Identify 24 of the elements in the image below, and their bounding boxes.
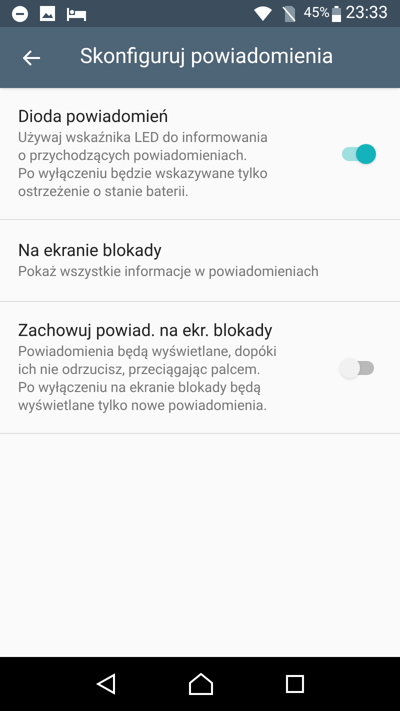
setting-title: Na ekranie blokady	[18, 240, 163, 262]
setting-row[interactable]: Zachowuj powiad. na ekr. blokady Powiadomienia będą wyświetlane, dopóki ich nie odrzucisz, przeciągając palcem. Po wyłączeniu na ekranie blokady będą wyświetlane tylko nowe powiadomienia.	[0, 302, 400, 434]
setting-summary: Używaj wskaźnika LED do informowania o przychodzących powiadomieniach. Po wyłączeniu będzie wskazywane tylko ostrzeżenie o stanie baterii.	[18, 129, 269, 201]
setting-title: Zachowuj powiad. na ekr. blokady	[18, 320, 274, 342]
setting-row[interactable]: Dioda powiadomień Używaj wskaźnika LED do informowania o przychodzących powiadomieniach. Po wyłączeniu będzie wskazywane tylko ostrzeżenie o stanie baterii.	[0, 88, 400, 220]
setting-summary: Powiadomienia będą wyświetlane, dopóki ich nie odrzucisz, przeciągając palcem. Po wyłączeniu na ekranie blokady będą wyświetlane tylko nowe powiadomienia.	[18, 343, 278, 415]
recents-icon[interactable]	[286, 675, 304, 693]
setting-summary: Pokaż wszystkie informacje w powiadomieniach	[18, 263, 320, 281]
battery-icon	[332, 6, 341, 22]
battery-percent: 45%	[304, 4, 330, 23]
toolbar-title: Skonfiguruj powiadomienia	[80, 44, 334, 71]
back-arrow-icon	[23, 50, 41, 66]
setting-title: Dioda powiadomień	[18, 106, 170, 128]
wifi-icon	[254, 6, 272, 21]
do-not-disturb-icon	[12, 6, 28, 22]
no-sim-icon	[282, 6, 296, 22]
image-icon	[40, 6, 55, 21]
bed-icon	[67, 6, 86, 20]
toggle-switch[interactable]	[340, 358, 376, 378]
home-icon[interactable]	[188, 673, 214, 695]
toggle-switch[interactable]	[340, 144, 376, 164]
back-icon[interactable]	[96, 673, 116, 695]
setting-row[interactable]: Na ekranie blokady Pokaż wszystkie informacje w powiadomieniach	[0, 220, 400, 302]
clock: 23:33	[346, 2, 388, 25]
